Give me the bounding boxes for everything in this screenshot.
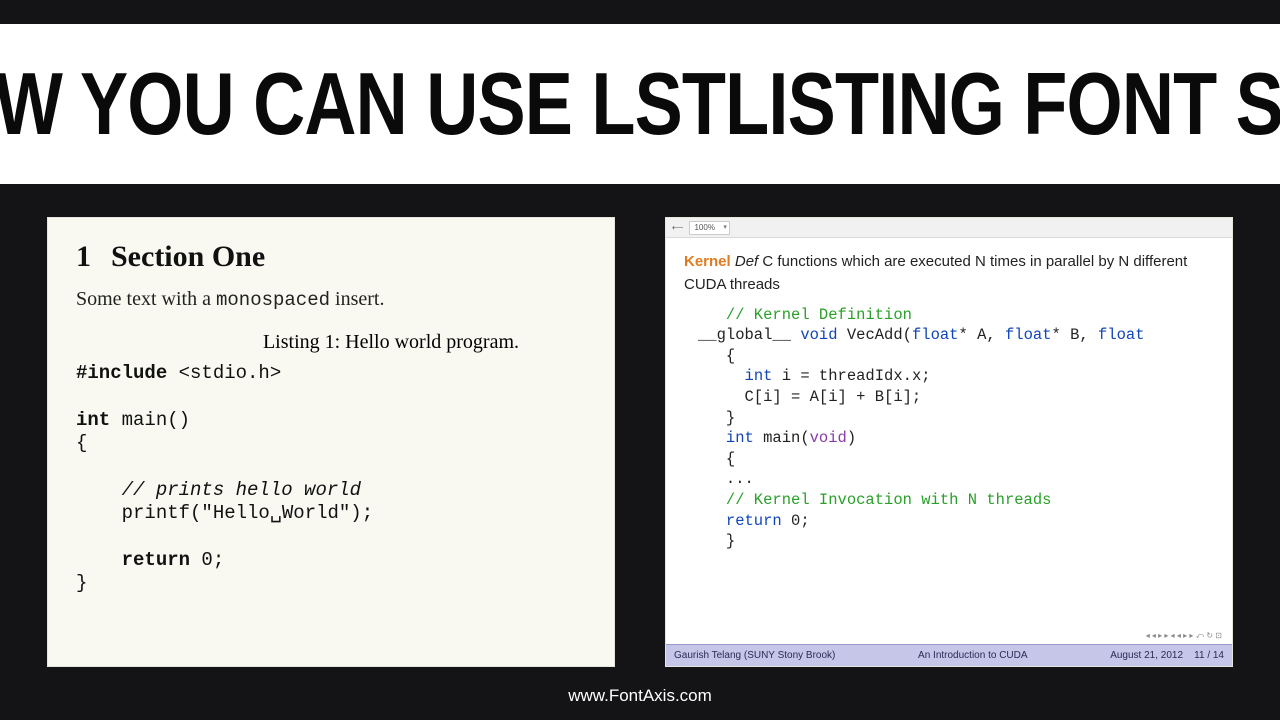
footer-title: An Introduction to CUDA	[835, 650, 1110, 661]
code-kw: void	[810, 429, 847, 447]
footer-date-page: August 21, 2012 11 / 14	[1110, 650, 1224, 661]
slide-footer: Gaurish Telang (SUNY Stony Brook) An Int…	[666, 644, 1232, 666]
code-comment: // Kernel Definition	[698, 306, 912, 324]
code-text: printf("Hello␣World");	[76, 502, 373, 524]
code-kw: int	[745, 367, 773, 385]
footer-url: www.FontAxis.com	[0, 686, 1280, 706]
code-text: }	[698, 409, 735, 427]
monospaced-word: monospaced	[216, 289, 330, 311]
code-kw: int	[76, 409, 110, 431]
definition-line: Kernel Def C functions which are execute…	[684, 250, 1214, 297]
body-text-pre: Some text with a	[76, 288, 216, 310]
code-text: {	[698, 450, 735, 468]
code-text: )	[847, 429, 856, 447]
code-text: ...	[698, 470, 754, 488]
slide-body: Kernel Def C functions which are execute…	[666, 238, 1232, 628]
code-text: }	[76, 572, 87, 594]
code-comment: // prints hello world	[76, 479, 361, 501]
code-text: 0;	[190, 549, 224, 571]
code-comment: // Kernel Invocation with N threads	[698, 491, 1051, 509]
body-text-post: insert.	[330, 288, 384, 310]
code-text: 0;	[782, 512, 810, 530]
code-text: main(	[754, 429, 810, 447]
footer-page: 11 / 14	[1194, 650, 1224, 661]
listing-caption: Listing 1: Hello world program.	[76, 331, 586, 354]
beamer-nav-icons[interactable]: ◂ ◂ ▸ ▸ ◂ ◂ ▸ ▸ ⤺ ↻ ⊡	[666, 628, 1232, 644]
code-text: __global__	[698, 326, 800, 344]
code-kw: int	[726, 429, 754, 447]
def-label: Def	[735, 253, 758, 270]
code-kw: float	[1005, 326, 1052, 344]
footer-date: August 21, 2012	[1110, 650, 1183, 661]
code-kw: float	[912, 326, 959, 344]
code-text: {	[698, 347, 735, 365]
code-kw: #include	[76, 362, 167, 384]
code-text: {	[76, 432, 87, 454]
code-text: * B,	[1052, 326, 1099, 344]
section-number: 1	[76, 240, 91, 273]
code-kw: return	[726, 512, 782, 530]
code-block-right: // Kernel Definition __global__ void Vec…	[698, 305, 1214, 552]
code-text	[698, 512, 726, 530]
code-kw: return	[76, 549, 190, 571]
def-text: C functions which are executed N times i…	[684, 253, 1187, 293]
code-text	[698, 367, 745, 385]
pdf-viewer-toolbar: ⟵ 100%	[666, 218, 1232, 238]
page-title: HOW YOU CAN USE LSTLISTING FONT SIZE	[0, 53, 1280, 155]
section-title: Section One	[111, 240, 265, 273]
zoom-select[interactable]: 100%	[689, 221, 729, 235]
left-example-panel: 1 Section One Some text with a monospaced…	[48, 218, 614, 666]
code-kw: float	[1098, 326, 1145, 344]
back-arrow-icon[interactable]: ⟵	[672, 223, 683, 232]
code-kw: void	[800, 326, 837, 344]
code-text: * A,	[958, 326, 1005, 344]
section-heading: 1 Section One	[76, 240, 586, 274]
example-panels: 1 Section One Some text with a monospaced…	[48, 218, 1232, 666]
code-text: VecAdd(	[838, 326, 912, 344]
title-band: HOW YOU CAN USE LSTLISTING FONT SIZE	[0, 24, 1280, 184]
code-text	[698, 429, 726, 447]
code-text: i = threadIdx.x;	[772, 367, 930, 385]
code-text: <stdio.h>	[167, 362, 281, 384]
code-block-left: #include <stdio.h> int main() { // print…	[76, 362, 586, 596]
code-text: main()	[110, 409, 190, 431]
body-text: Some text with a monospaced insert.	[76, 288, 586, 311]
code-text: C[i] = A[i] + B[i];	[698, 388, 921, 406]
code-text: }	[698, 532, 735, 550]
kernel-label: Kernel	[684, 253, 731, 270]
right-example-panel: ⟵ 100% Kernel Def C functions which are …	[666, 218, 1232, 666]
footer-author: Gaurish Telang (SUNY Stony Brook)	[674, 650, 835, 661]
